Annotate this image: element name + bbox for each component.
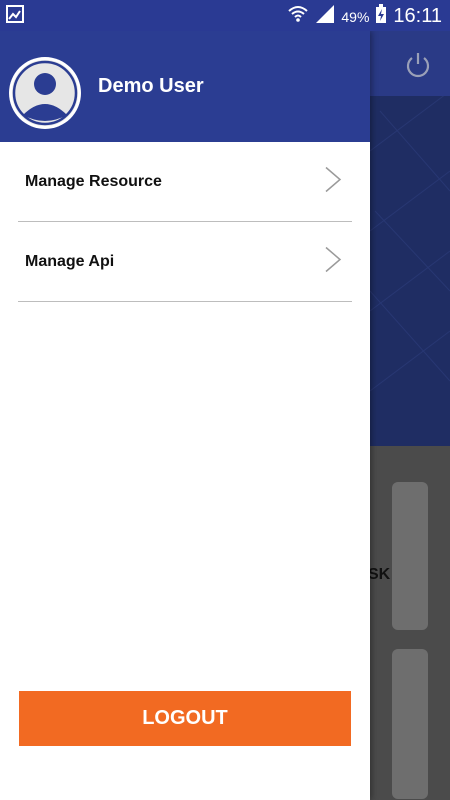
menu-item-label: Manage Api	[25, 253, 115, 270]
chevron-right-icon	[324, 165, 342, 198]
gallery-notification-icon	[6, 5, 24, 28]
menu-item-manage-api[interactable]: Manage Api	[18, 222, 352, 302]
status-icons: 49% 16:11	[287, 4, 442, 29]
background-card-text: SK	[368, 566, 391, 583]
avatar[interactable]	[9, 57, 81, 129]
drawer-header: Demo User	[0, 31, 370, 142]
wifi-icon	[287, 4, 309, 29]
background-card[interactable]	[392, 649, 428, 799]
battery-charging-icon	[375, 4, 387, 29]
user-name: Demo User	[98, 75, 204, 97]
drawer-menu: Manage Resource Manage Api	[18, 142, 352, 302]
navigation-drawer: Demo User Manage Resource Manage Api LOG…	[0, 31, 370, 800]
status-bar: 49% 16:11	[0, 0, 450, 31]
background-card[interactable]	[392, 482, 428, 630]
status-time: 16:11	[393, 5, 442, 27]
battery-percent: 49%	[341, 8, 370, 25]
signal-icon	[315, 4, 335, 29]
logout-button[interactable]: LOGOUT	[19, 691, 351, 746]
menu-item-manage-resource[interactable]: Manage Resource	[18, 142, 352, 222]
menu-item-label: Manage Resource	[25, 173, 162, 190]
chevron-right-icon	[324, 245, 342, 278]
power-icon[interactable]	[404, 51, 432, 84]
